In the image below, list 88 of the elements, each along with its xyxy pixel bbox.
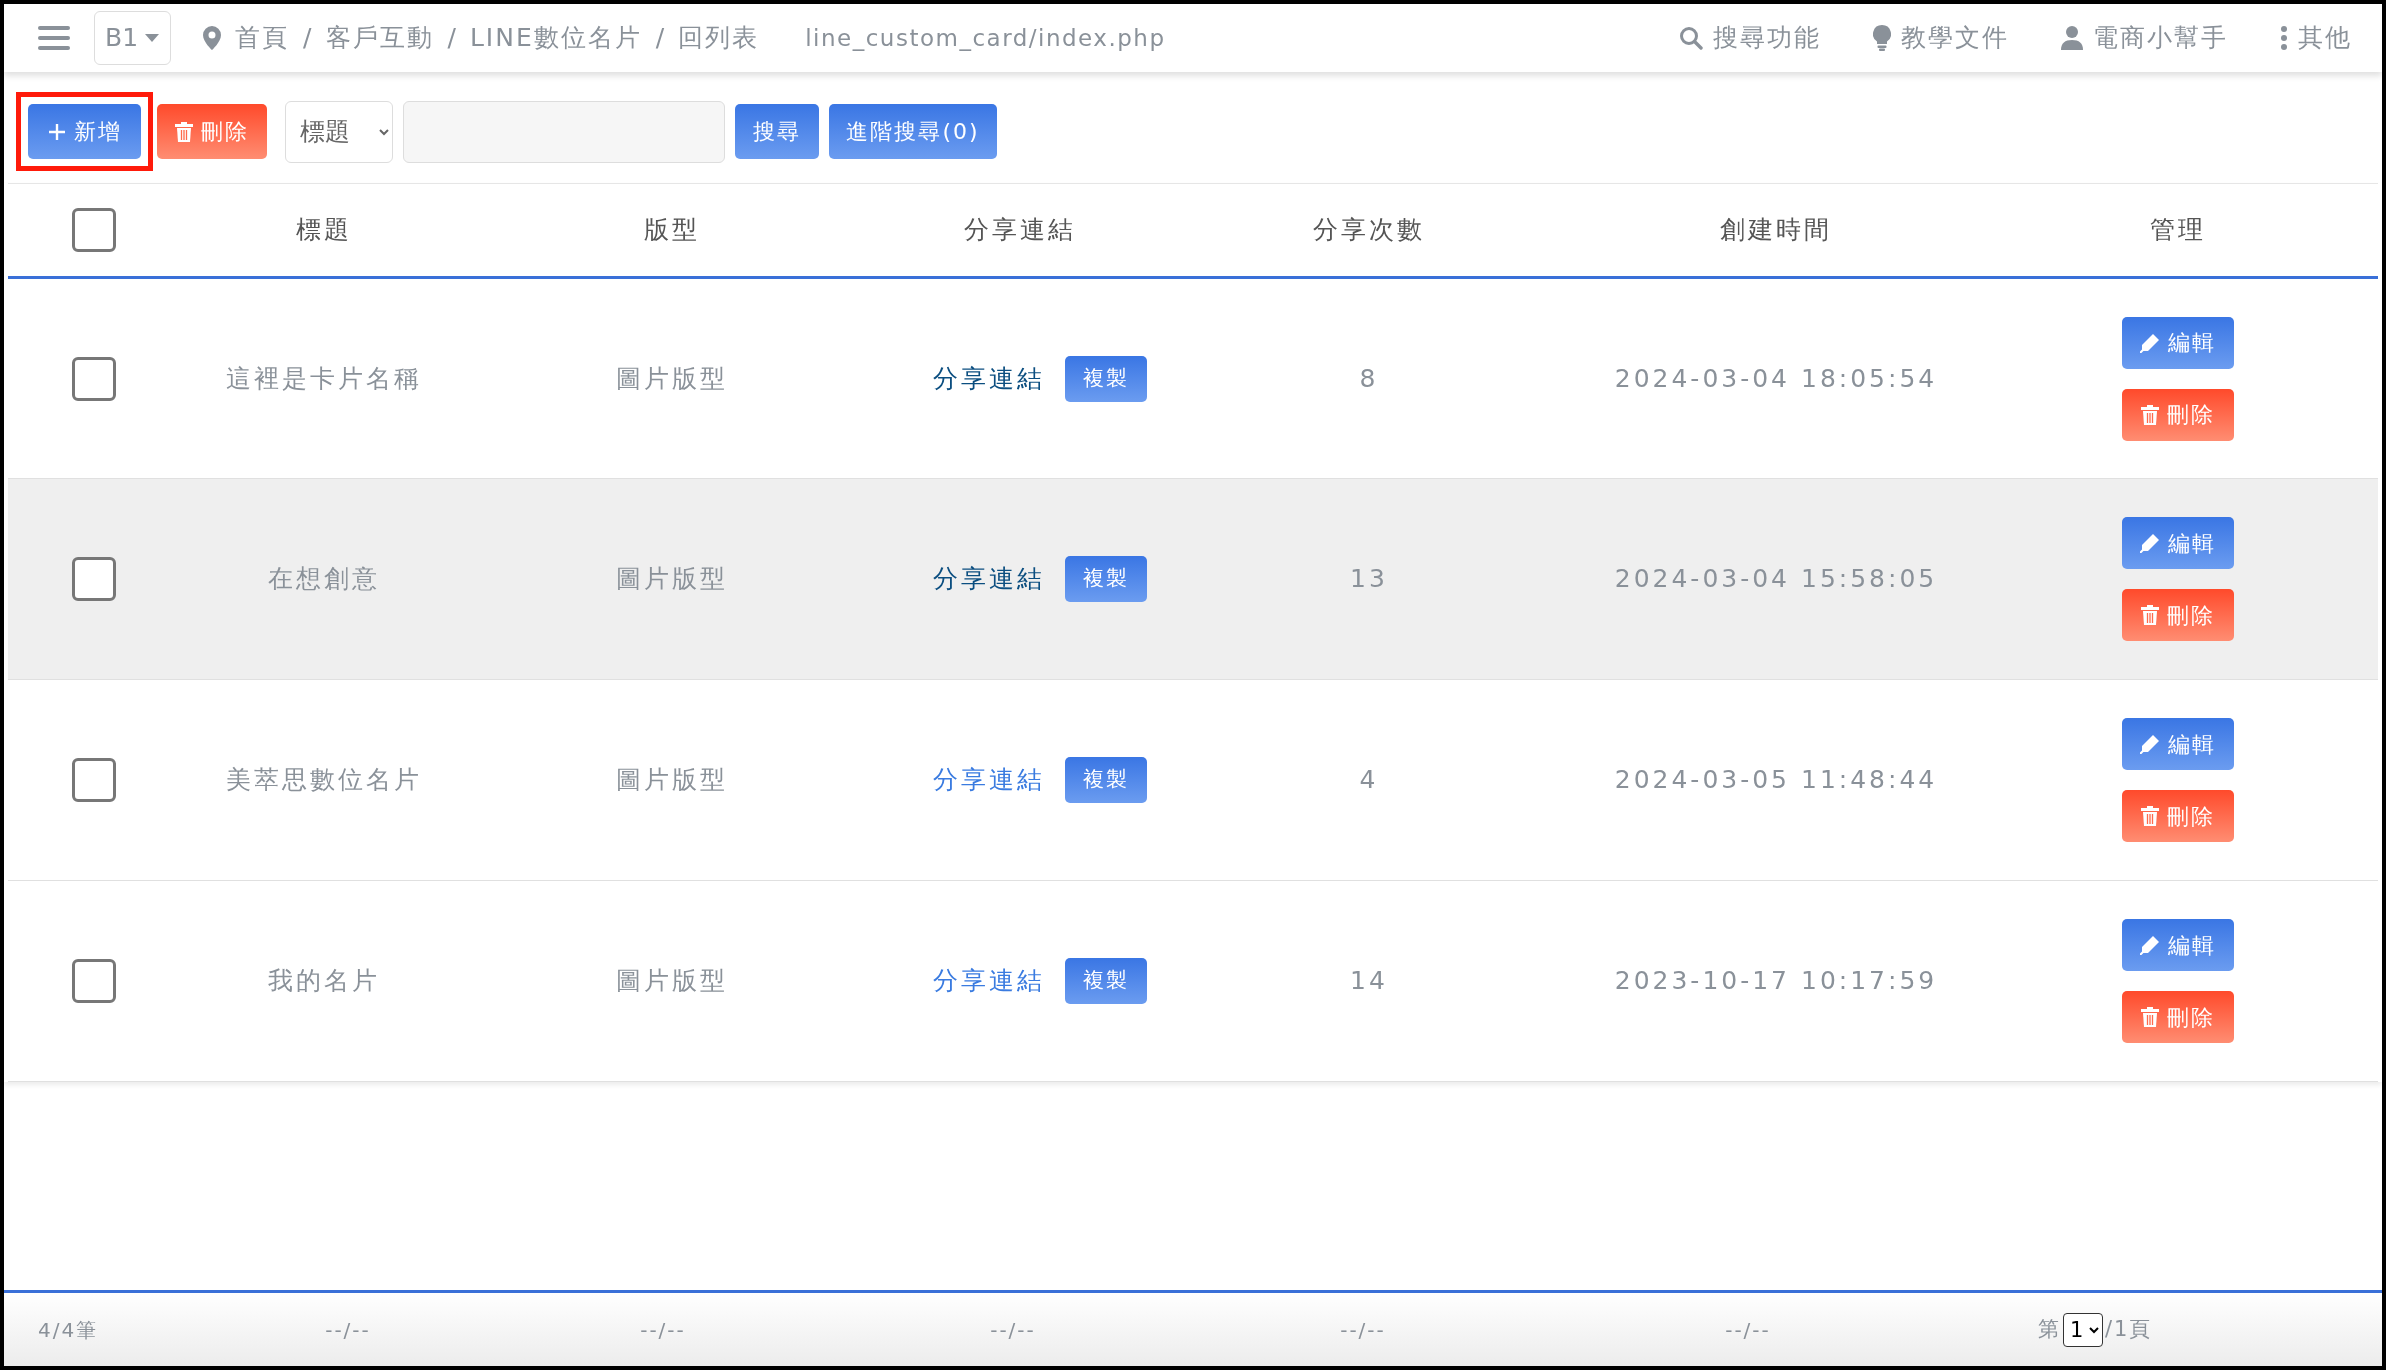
delete-button[interactable]: 刪除: [157, 104, 267, 159]
share-count: 4: [1359, 765, 1379, 795]
caret-icon: [144, 33, 161, 43]
menu-item[interactable]: 搜尋功能: [1679, 19, 1821, 57]
created-time: 2023-10-17 10:17:59: [1614, 966, 1938, 996]
column-header: 版型: [644, 215, 700, 245]
delete-button[interactable]: 刪除: [2122, 388, 2234, 441]
row-checkbox[interactable]: [72, 557, 116, 601]
copy-button[interactable]: 複製: [1065, 355, 1147, 402]
column-header: 管理: [2150, 215, 2206, 245]
column-header: 標題: [296, 215, 352, 245]
column-summary: --/--: [1725, 1317, 1771, 1342]
breadcrumb-link[interactable]: 首頁: [235, 19, 290, 57]
row-checkbox[interactable]: [72, 356, 116, 401]
search-button[interactable]: 搜尋: [735, 104, 819, 159]
trash-icon: [2141, 404, 2159, 425]
edit-button[interactable]: 編輯: [2122, 919, 2234, 971]
advanced-search-button[interactable]: 進階搜尋(0): [829, 104, 997, 159]
column-header: 分享次數: [1313, 215, 1425, 245]
pen-icon: [2140, 935, 2160, 955]
menu-item[interactable]: 其他: [2280, 19, 2352, 57]
card-title: 我的名片: [268, 966, 380, 996]
search-field[interactable]: [403, 100, 725, 163]
share-link[interactable]: 分享連結: [933, 962, 1045, 1000]
edit-button[interactable]: 編輯: [2122, 718, 2234, 770]
trash-icon: [2141, 1007, 2159, 1027]
page-select[interactable]: 1: [2063, 1312, 2103, 1347]
template-type: 圖片版型: [616, 966, 728, 996]
share-count: 8: [1359, 363, 1379, 393]
template-type: 圖片版型: [616, 564, 728, 594]
row-checkbox[interactable]: [72, 959, 116, 1003]
more-icon: [2280, 26, 2288, 50]
column-summary: --/--: [325, 1317, 371, 1342]
share-link[interactable]: 分享連結: [933, 560, 1045, 598]
page-path: line_custom_card/index.php: [805, 23, 1166, 53]
created-time: 2024-03-04 18:05:54: [1614, 363, 1938, 393]
edit-button[interactable]: 編輯: [2122, 517, 2234, 569]
column-header: 創建時間: [1720, 215, 1832, 245]
edit-button[interactable]: 編輯: [2122, 316, 2234, 369]
template-type: 圖片版型: [616, 765, 728, 795]
user-icon: [2061, 26, 2083, 50]
row-checkbox[interactable]: [72, 758, 116, 802]
menu-item[interactable]: 教學文件: [1873, 19, 2009, 57]
record-count: 4/4筆: [38, 1316, 100, 1344]
copy-button[interactable]: 複製: [1065, 556, 1147, 602]
menu-item[interactable]: 電商小幫手: [2061, 19, 2228, 57]
add-button[interactable]: 新增: [28, 104, 141, 159]
search-icon: [1679, 26, 1703, 50]
column-summary: --/--: [640, 1317, 686, 1342]
breadcrumb-separator: /: [655, 22, 665, 55]
lightbulb-icon: [1873, 25, 1891, 51]
column-summary: --/--: [1340, 1317, 1386, 1342]
filter-select[interactable]: 標題: [285, 100, 393, 163]
card-title: 這裡是卡片名稱: [226, 363, 422, 393]
breadcrumb-link[interactable]: 回列表: [678, 19, 760, 57]
share-count: 13: [1350, 564, 1388, 594]
card-title: 美萃思數位名片: [226, 765, 422, 795]
delete-button[interactable]: 刪除: [2122, 991, 2234, 1043]
page-label: 第: [2038, 1315, 2061, 1343]
breadcrumb-link[interactable]: 客戶互動: [325, 19, 434, 57]
copy-button[interactable]: 複製: [1065, 757, 1147, 803]
share-link[interactable]: 分享連結: [933, 359, 1045, 398]
trash-icon: [2141, 605, 2159, 625]
template-type: 圖片版型: [616, 363, 728, 393]
delete-button[interactable]: 刪除: [2122, 589, 2234, 641]
share-count: 14: [1350, 966, 1388, 996]
branch-dropdown[interactable]: B1: [94, 11, 172, 65]
copy-button[interactable]: 複製: [1065, 958, 1147, 1004]
card-title: 在想創意: [268, 564, 380, 594]
breadcrumb-separator: /: [303, 22, 312, 55]
pen-icon: [2140, 332, 2160, 353]
column-header: 分享連結: [964, 215, 1076, 245]
menu-icon[interactable]: [38, 25, 70, 51]
pen-icon: [2140, 533, 2160, 553]
trash-icon: [175, 121, 193, 142]
created-time: 2024-03-05 11:48:44: [1614, 765, 1938, 795]
breadcrumb-separator: /: [447, 22, 456, 55]
created-time: 2024-03-04 15:58:05: [1614, 564, 1938, 594]
column-summary: --/--: [990, 1317, 1036, 1342]
breadcrumb-link[interactable]: LINE數位名片: [469, 19, 642, 57]
select-all-checkbox[interactable]: [72, 208, 116, 252]
pen-icon: [2140, 734, 2160, 754]
delete-button[interactable]: 刪除: [2122, 790, 2234, 842]
trash-icon: [2141, 806, 2159, 826]
map-pin-icon: [203, 26, 222, 50]
share-link[interactable]: 分享連結: [933, 761, 1045, 799]
page-total: /1頁: [2105, 1315, 2153, 1343]
plus-icon: [47, 122, 66, 141]
